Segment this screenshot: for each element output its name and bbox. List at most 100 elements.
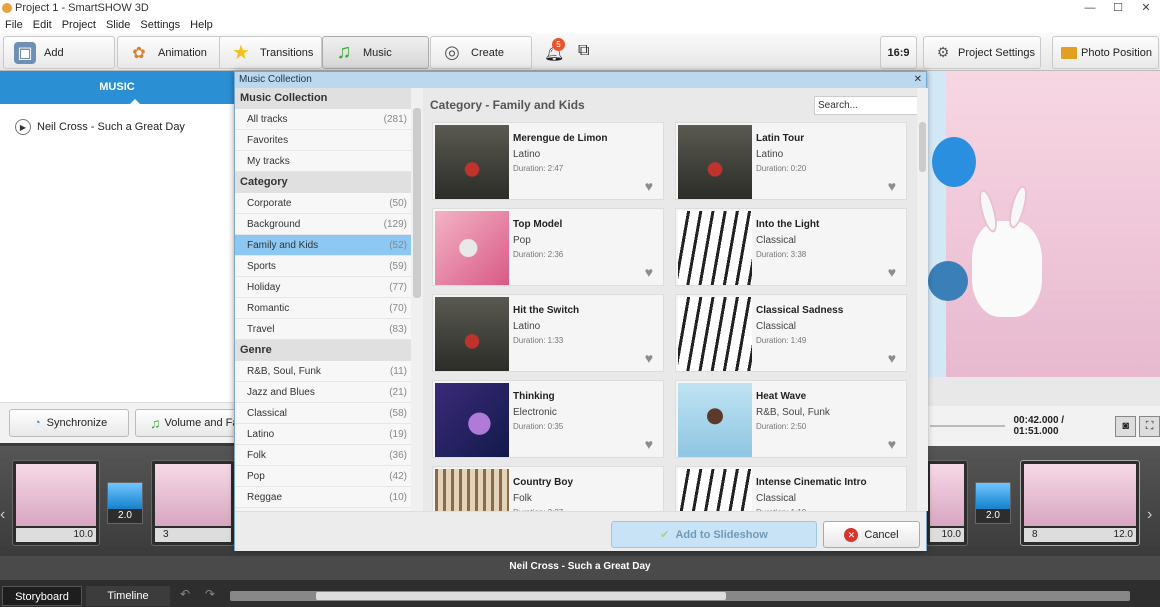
slide-duration: 8 12.0 <box>1024 528 1136 542</box>
category-item[interactable]: Pop (42) <box>235 466 411 487</box>
heart-icon[interactable]: ♥ <box>888 436 896 452</box>
undo-icon[interactable]: ↶ <box>180 587 190 601</box>
add-to-slideshow-button[interactable]: ✔ Add to Slideshow <box>611 521 817 548</box>
music-panel: MUSIC ▶ Neil Cross - Such a Great Day ◔ … <box>0 71 245 443</box>
menu-settings[interactable]: Settings <box>135 19 185 31</box>
scrollbar-thumb[interactable] <box>413 108 421 298</box>
storyboard-slide[interactable]: 10.0 <box>12 460 100 546</box>
scroll-left-icon[interactable]: ‹ <box>0 506 5 524</box>
track-cover-image <box>435 469 509 511</box>
tab-add[interactable]: ▣ Add <box>3 36 115 69</box>
track-duration: Duration: 1:33 <box>513 336 564 345</box>
heart-icon[interactable]: ♥ <box>645 436 653 452</box>
storyboard-slide[interactable]: 3 <box>151 460 235 546</box>
storyboard-slide[interactable]: 8 12.0 <box>1020 460 1140 546</box>
category-count: (77) <box>389 282 407 293</box>
menu-slide[interactable]: Slide <box>101 19 135 31</box>
category-item[interactable]: Latino (19) <box>235 424 411 445</box>
aspect-ratio-button[interactable]: 16:9 <box>880 36 917 69</box>
music-panel-header: MUSIC <box>0 71 234 105</box>
menu-help[interactable]: Help <box>185 19 218 31</box>
camera-icon[interactable]: ◙ <box>1115 415 1137 437</box>
tab-transitions[interactable]: ★ Transitions <box>219 36 322 69</box>
storyboard-transition[interactable]: 2.0 <box>975 482 1011 524</box>
category-item[interactable]: Corporate (50) <box>235 193 411 214</box>
track-card[interactable]: Intense Cinematic IntroClassicalDuration… <box>675 466 907 511</box>
volume-and-fade-button[interactable]: ♫ Volume and Fa <box>135 409 245 437</box>
heart-icon[interactable]: ♥ <box>645 350 653 366</box>
scrollbar-thumb[interactable] <box>919 122 926 172</box>
menu-edit[interactable]: Edit <box>28 19 57 31</box>
category-item[interactable]: Travel (83) <box>235 319 411 340</box>
star-icon: ★ <box>232 42 250 64</box>
search-input[interactable]: Search... <box>814 96 919 115</box>
play-icon[interactable]: ▶ <box>15 119 31 135</box>
transition-duration: 2.0 <box>986 510 1000 521</box>
category-item[interactable]: Reggae (10) <box>235 487 411 508</box>
category-item[interactable]: Jazz and Blues (21) <box>235 382 411 403</box>
tab-music[interactable]: ♫ Music <box>322 36 429 69</box>
category-scrollbar[interactable] <box>411 88 423 511</box>
tab-storyboard[interactable]: Storyboard <box>2 586 82 606</box>
pompom-image <box>928 261 968 301</box>
preview-seekbar[interactable] <box>930 425 1006 427</box>
track-card[interactable]: Country BoyFolkDuration: 2:27♥ <box>432 466 664 511</box>
heart-icon[interactable]: ♥ <box>888 178 896 194</box>
audio-track-strip[interactable]: Neil Cross - Such a Great Day <box>0 556 1160 580</box>
category-item[interactable]: Favorites <box>235 130 411 151</box>
track-genre: R&B, Soul, Funk <box>756 407 830 418</box>
category-item[interactable]: Holiday (77) <box>235 277 411 298</box>
storyboard-scrollbar[interactable] <box>230 591 1130 601</box>
tab-animation[interactable]: ✿ Animation <box>117 36 224 69</box>
category-item[interactable]: All tracks (281) <box>235 109 411 130</box>
category-item[interactable]: Folk (36) <box>235 445 411 466</box>
gallery-icon[interactable]: ⧉ <box>578 42 589 60</box>
close-icon[interactable]: ✕ <box>1132 0 1160 16</box>
synchronize-button[interactable]: ◔ Synchronize <box>9 409 129 437</box>
storyboard-transition[interactable]: 2.0 <box>107 482 143 524</box>
tab-create[interactable]: ◎ Create <box>430 36 532 69</box>
fullscreen-icon[interactable]: ⛶ <box>1139 415 1160 437</box>
category-item[interactable]: Background (129) <box>235 214 411 235</box>
category-count: (10) <box>389 492 407 503</box>
scroll-right-icon[interactable]: › <box>1147 506 1152 524</box>
heart-icon[interactable]: ♥ <box>888 350 896 366</box>
maximize-icon[interactable]: ☐ <box>1104 0 1132 16</box>
tab-timeline[interactable]: Timeline <box>86 586 170 606</box>
track-duration: Duration: 0:20 <box>756 164 807 173</box>
menu-file[interactable]: File <box>0 19 28 31</box>
track-card[interactable]: Latin Tour Latino Duration: 0:20 ♥ <box>675 122 907 200</box>
heart-icon[interactable]: ♥ <box>645 178 653 194</box>
scrollbar-thumb[interactable] <box>316 592 726 600</box>
close-icon[interactable]: ✕ <box>914 72 922 88</box>
track-scrollbar[interactable] <box>917 88 928 511</box>
minimize-icon[interactable]: — <box>1076 0 1104 16</box>
category-item[interactable]: Family and Kids (52) <box>235 235 411 256</box>
redo-icon[interactable]: ↷ <box>205 587 215 601</box>
heart-icon[interactable]: ♥ <box>645 264 653 280</box>
track-title: Classical Sadness <box>756 305 844 316</box>
category-item[interactable]: Sports (59) <box>235 256 411 277</box>
category-item[interactable]: Classical (58) <box>235 403 411 424</box>
track-card[interactable]: Thinking Electronic Duration: 0:35 ♥ <box>432 380 664 458</box>
track-card[interactable]: Merengue de Limon Latino Duration: 2:47 ♥ <box>432 122 664 200</box>
track-title: Intense Cinematic Intro <box>756 477 867 488</box>
heart-icon[interactable]: ♥ <box>888 264 896 280</box>
menu-project[interactable]: Project <box>57 19 101 31</box>
cancel-icon: ✕ <box>844 527 859 542</box>
category-label: Holiday <box>247 282 281 293</box>
track-card[interactable]: Classical Sadness Classical Duration: 1:49… <box>675 294 907 372</box>
cancel-button[interactable]: ✕ Cancel <box>823 521 920 548</box>
photo-position-button[interactable]: Photo Position <box>1052 36 1159 69</box>
category-item[interactable]: Romantic (70) <box>235 298 411 319</box>
project-settings-button[interactable]: ⚙ Project Settings <box>923 36 1041 69</box>
category-item[interactable]: R&B, Soul, Funk (11) <box>235 361 411 382</box>
music-track-item[interactable]: ▶ Neil Cross - Such a Great Day <box>15 119 185 135</box>
category-item[interactable]: My tracks <box>235 151 411 172</box>
track-card[interactable]: Heat Wave R&B, Soul, Funk Duration: 2:50 ♥ <box>675 380 907 458</box>
track-card[interactable]: Into the Light Classical Duration: 3:38 ♥ <box>675 208 907 286</box>
track-card[interactable]: Hit the Switch Latino Duration: 1:33 ♥ <box>432 294 664 372</box>
category-label: Jazz and Blues <box>247 387 315 398</box>
track-card[interactable]: Top Model Pop Duration: 2:36 ♥ <box>432 208 664 286</box>
storyboard-slide[interactable]: 10.0 <box>926 460 968 546</box>
